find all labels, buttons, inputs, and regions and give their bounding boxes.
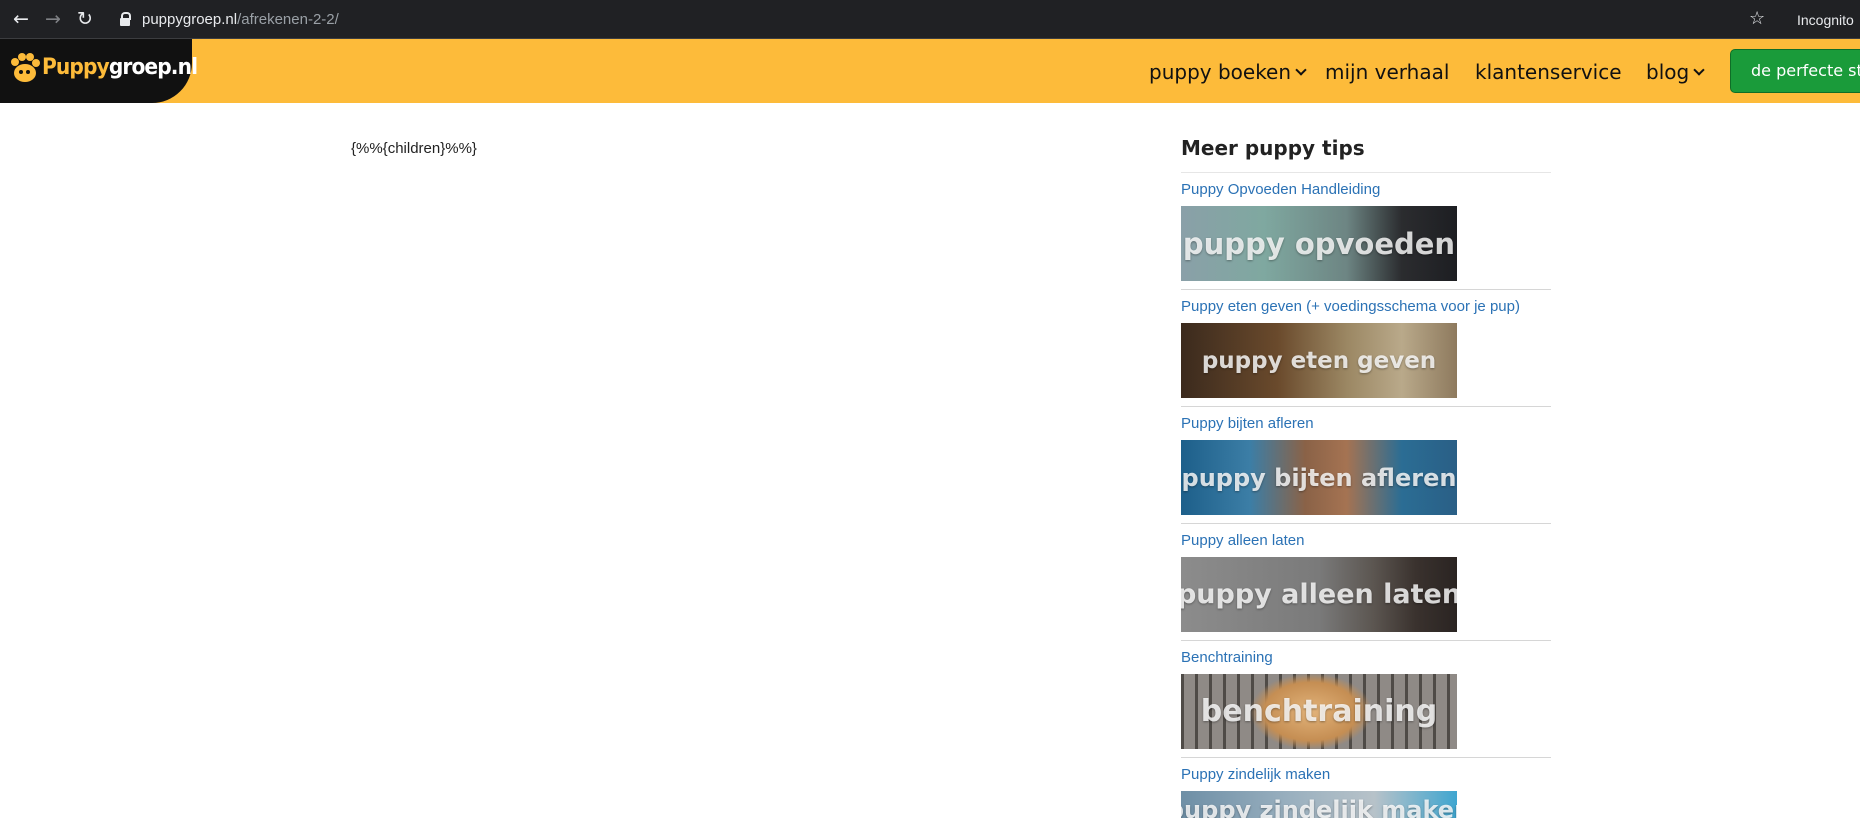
tip-thumbnail[interactable]: puppy opvoeden	[1181, 206, 1457, 281]
sidebar: Meer puppy tips Puppy Opvoeden Handleidi…	[1181, 128, 1551, 818]
logo-text: Puppygroep.nl	[42, 55, 198, 80]
tip-thumbnail[interactable]: benchtraining	[1181, 674, 1457, 749]
sidebar-title: Meer puppy tips	[1181, 128, 1551, 173]
tip-item: Puppy alleen laten puppy alleen laten	[1181, 524, 1551, 641]
nav-klantenservice[interactable]: klantenservice	[1475, 59, 1622, 85]
tip-item: Puppy eten geven (+ voedingsschema voor …	[1181, 290, 1551, 407]
tip-link[interactable]: Puppy eten geven (+ voedingsschema voor …	[1181, 297, 1520, 317]
forward-arrow-icon[interactable]: →	[42, 8, 64, 30]
address-bar[interactable]: puppygroep.nl/afrekenen-2-2/	[142, 10, 339, 30]
lock-icon[interactable]	[120, 12, 131, 26]
chevron-down-icon	[1295, 64, 1307, 76]
incognito-label[interactable]: Incognito	[1797, 10, 1854, 30]
site-logo[interactable]: Puppygroep.nl	[0, 39, 198, 103]
reload-icon[interactable]: ↻	[74, 8, 96, 30]
tip-item: Puppy bijten afleren puppy bijten aflere…	[1181, 407, 1551, 524]
bookmark-star-icon[interactable]: ☆	[1749, 8, 1765, 30]
tip-link[interactable]: Puppy Opvoeden Handleiding	[1181, 180, 1380, 200]
cta-button[interactable]: de perfecte start	[1730, 49, 1860, 93]
tip-thumbnail[interactable]: puppy bijten afleren	[1181, 440, 1457, 515]
url-host: puppygroep.nl	[142, 11, 238, 28]
tip-item: Benchtraining benchtraining	[1181, 641, 1551, 758]
tip-thumbnail[interactable]: puppy eten geven	[1181, 323, 1457, 398]
tip-item: Puppy Opvoeden Handleiding puppy opvoede…	[1181, 173, 1551, 290]
tip-link[interactable]: Puppy alleen laten	[1181, 531, 1304, 551]
nav-puppy-boeken[interactable]: puppy boeken	[1149, 59, 1307, 85]
tip-link[interactable]: Puppy bijten afleren	[1181, 414, 1314, 434]
browser-toolbar: ← → ↻ puppygroep.nl/afrekenen-2-2/ ☆ Inc…	[0, 0, 1860, 39]
back-arrow-icon[interactable]: ←	[10, 8, 32, 30]
tip-link[interactable]: Puppy zindelijk maken	[1181, 765, 1330, 785]
url-path: /afrekenen-2-2/	[237, 11, 339, 28]
tip-link[interactable]: Benchtraining	[1181, 648, 1273, 668]
paw-icon	[11, 53, 40, 82]
tip-thumbnail[interactable]: puppy alleen laten	[1181, 557, 1457, 632]
tip-thumbnail[interactable]: puppy zindelijk maken	[1181, 791, 1457, 818]
content-placeholder: {%%{children}%%}	[351, 140, 477, 157]
nav-blog[interactable]: blog	[1646, 59, 1705, 85]
site-header: Puppygroep.nl puppy boeken mijn verhaal …	[0, 39, 1860, 103]
nav-mijn-verhaal[interactable]: mijn verhaal	[1325, 59, 1449, 85]
chevron-down-icon	[1693, 64, 1705, 76]
tip-item: Puppy zindelijk maken puppy zindelijk ma…	[1181, 758, 1551, 818]
